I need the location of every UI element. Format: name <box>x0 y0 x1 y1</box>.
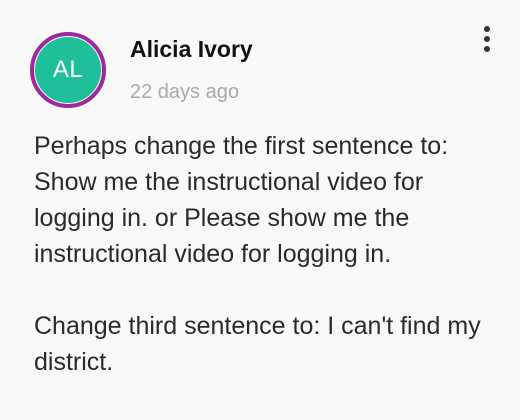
comment-timestamp: 22 days ago <box>130 81 239 103</box>
more-vertical-icon <box>484 26 490 32</box>
avatar[interactable]: AL <box>30 32 106 108</box>
comment-paragraph: Perhaps change the first sentence to: Sh… <box>34 132 449 268</box>
more-vertical-icon-dot <box>484 36 490 42</box>
comment-card: AL Alicia Ivory 22 days ago Perhaps chan… <box>0 0 520 420</box>
avatar-initials: AL <box>35 37 101 103</box>
comment-body: Perhaps change the first sentence to: Sh… <box>34 128 504 380</box>
more-options-button[interactable] <box>474 22 500 56</box>
comment-paragraph: Change third sentence to: I can't find m… <box>34 312 481 376</box>
author-name[interactable]: Alicia Ivory <box>130 36 253 63</box>
more-vertical-icon-dot <box>484 46 490 52</box>
